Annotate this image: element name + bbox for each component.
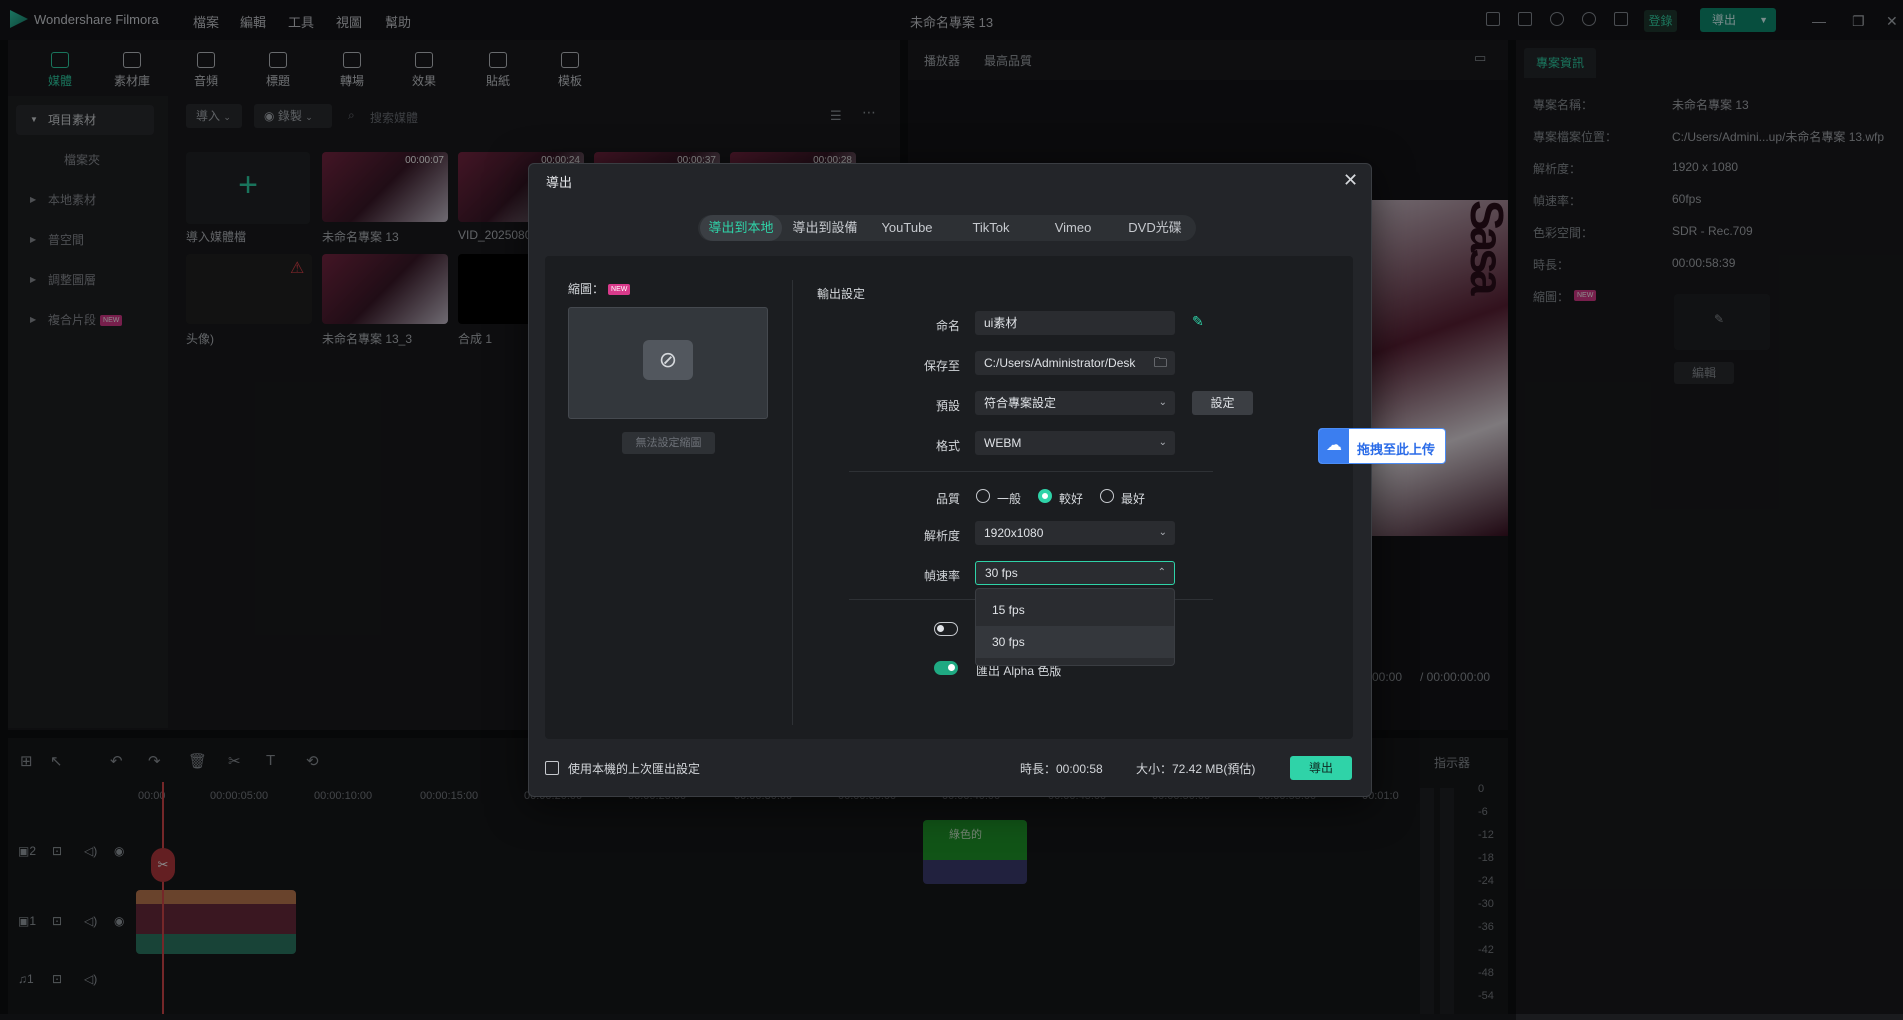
name-input[interactable]: ui素材 [975,311,1175,335]
chevron-up-icon: ⌃ [1157,567,1166,578]
tab-export-device[interactable]: 導出到設備 [784,215,866,241]
drag-upload-badge[interactable]: ☁ 拖拽至此上传 [1318,428,1446,464]
size-text: 大小：72.42 MB(預估) [1136,762,1256,776]
quality-option: 一般 [997,492,1022,506]
chevron-down-icon: ⌄ [1158,527,1167,538]
quality-radio-normal[interactable] [976,489,990,503]
tab-tiktok[interactable]: TikTok [950,215,1032,241]
settings-title: 輸出設定 [817,287,866,301]
resolution-select[interactable]: 1920x1080 ⌄ [975,521,1175,545]
use-last-settings-label: 使用本機的上次匯出設定 [568,762,701,776]
set-thumbnail-button[interactable]: 無法設定縮圖 [622,432,715,454]
preset-label: 預設 [935,399,960,413]
tab-dvd[interactable]: DVD光碟 [1114,215,1196,241]
quality-radio-better[interactable] [1038,489,1052,503]
no-thumbnail-icon: ⊘ [643,340,693,380]
tab-vimeo[interactable]: Vimeo [1032,215,1114,241]
save-path-label: 保存至 [923,359,960,373]
quality-label: 品質 [935,492,960,506]
dialog-export-button[interactable]: 導出 [1290,756,1352,780]
alpha-toggle[interactable] [934,661,958,675]
use-last-settings-checkbox[interactable] [545,761,559,775]
quality-option: 較好 [1059,492,1084,506]
new-badge: NEW [608,284,631,296]
fps-select[interactable]: 30 fps ⌃ [975,561,1175,585]
tab-youtube[interactable]: YouTube [866,215,948,241]
fps-option-15[interactable]: 15 fps [976,594,1174,626]
preset-settings-button[interactable]: 設定 [1192,391,1253,415]
thumbnail-label: 縮圖： NEW [568,280,631,297]
cloud-upload-icon: ☁ [1319,429,1349,463]
toggle-switch[interactable] [934,622,958,636]
save-path-input[interactable]: C:/Users/Administrator/Desk [975,351,1175,375]
quality-radio-best[interactable] [1100,489,1114,503]
toggle-knob [948,664,955,671]
fps-option-30[interactable]: 30 fps [976,626,1174,658]
name-label: 命名 [935,319,960,333]
duration-text: 時長：00:00:58 [1020,762,1103,776]
quality-option: 最好 [1121,492,1146,506]
drag-upload-label: 拖拽至此上传 [1357,442,1436,457]
resolution-label: 解析度 [923,529,960,543]
tab-export-local[interactable]: 導出到本地 [700,215,782,241]
divider [792,280,793,725]
format-label: 格式 [935,439,960,453]
preset-select[interactable]: 符合專案設定 ⌄ [975,391,1175,415]
format-select[interactable]: WEBM ⌄ [975,431,1175,455]
toggle-knob [937,625,944,632]
divider [849,471,1213,472]
fps-label: 幀速率 [923,569,960,583]
ai-rename-icon[interactable]: ✎ [1192,313,1204,330]
folder-icon[interactable]: 🗀 [1154,354,1167,376]
chevron-down-icon: ⌄ [1158,397,1167,408]
close-icon[interactable]: ✕ [1343,170,1358,191]
dialog-title: 導出 [546,175,573,190]
chevron-down-icon: ⌄ [1158,437,1167,448]
